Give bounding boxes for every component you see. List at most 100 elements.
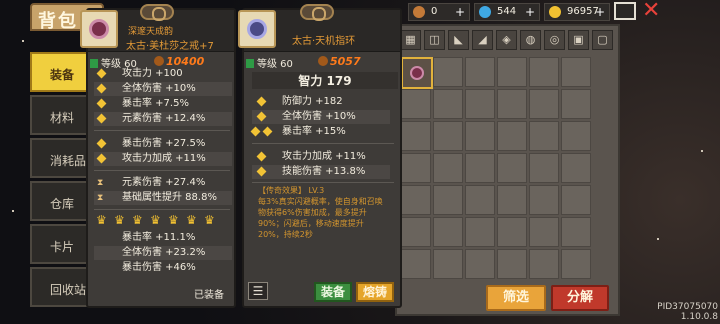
inventory-slot[interactable] xyxy=(401,249,431,279)
inventory-item-ring[interactable] xyxy=(401,57,433,89)
stat-row: 暴击率 +15% xyxy=(250,125,390,139)
inventory-slot[interactable] xyxy=(401,217,431,247)
tab-warehouse[interactable]: 仓库 xyxy=(30,181,90,221)
ring-gem-icon xyxy=(89,19,109,39)
crown-icon: ♛ xyxy=(168,213,179,227)
inventory-slot[interactable] xyxy=(497,153,527,183)
inventory-slot[interactable] xyxy=(529,57,559,87)
divider xyxy=(94,209,230,210)
inventory-slot[interactable] xyxy=(529,217,559,247)
stat-row: 攻击力加成 +11% xyxy=(252,150,390,164)
decompose-button[interactable]: 分解 xyxy=(551,285,609,311)
inventory-tab-necklace[interactable]: ◍ xyxy=(520,30,541,50)
tab-equipment[interactable]: 装备 xyxy=(30,52,90,92)
tab-cards[interactable]: 卡片 xyxy=(30,224,90,264)
inventory-slot[interactable] xyxy=(529,249,559,279)
inventory-slot[interactable] xyxy=(561,57,591,87)
stat-row: 攻击力 +100 xyxy=(94,67,232,81)
inventory-tab-boots[interactable]: ◈ xyxy=(496,30,517,50)
score-icon xyxy=(318,56,328,66)
inventory-slot[interactable] xyxy=(529,89,559,119)
inventory-slot[interactable] xyxy=(561,185,591,215)
currency-coin: 96957 + xyxy=(544,3,610,21)
inventory-slot[interactable] xyxy=(465,57,495,87)
bullet-icon xyxy=(262,126,273,137)
currency-bar: 0 + 544 + 96957 + xyxy=(402,0,720,24)
add-diamond-button[interactable]: + xyxy=(525,4,535,20)
inventory-slot[interactable] xyxy=(497,57,527,87)
inventory-tab-ring[interactable]: ◎ xyxy=(544,30,565,50)
bullet-icon xyxy=(256,151,267,162)
tab-materials[interactable]: 材料 xyxy=(30,95,90,135)
stat-row: 暴击伤害 +27.5% xyxy=(94,137,232,151)
stat-row: 暴击伤害 +46% xyxy=(122,262,196,273)
selected-item-level-label: 等级 60 xyxy=(257,59,293,70)
inventory-slot[interactable] xyxy=(465,121,495,151)
inventory-slot[interactable] xyxy=(433,217,463,247)
inventory-slot[interactable] xyxy=(433,57,463,87)
version-text: PID37075070 1.10.0.8 xyxy=(657,302,718,322)
inventory-slot[interactable] xyxy=(401,185,431,215)
inventory-slot[interactable] xyxy=(561,121,591,151)
inventory-slot[interactable] xyxy=(433,185,463,215)
equip-button[interactable]: 装备 xyxy=(314,282,352,302)
inventory-slot[interactable] xyxy=(433,89,463,119)
forge-button[interactable]: 熔铸 xyxy=(356,282,394,302)
inventory-tab-gloves[interactable]: ◢ xyxy=(472,30,493,50)
inventory-slot[interactable] xyxy=(497,249,527,279)
bullet-icon xyxy=(250,126,261,137)
inventory-slot[interactable] xyxy=(497,121,527,151)
inventory-slot[interactable] xyxy=(465,217,495,247)
hourglass-icon: ⧗ xyxy=(97,178,104,188)
inventory-slot[interactable] xyxy=(497,185,527,215)
tab-recycle-bin[interactable]: 回收站 xyxy=(30,267,90,307)
crown-icon: ♛ xyxy=(132,213,143,227)
inventory-slot[interactable] xyxy=(497,89,527,119)
inventory-slot[interactable] xyxy=(497,217,527,247)
tab-consumables[interactable]: 消耗品 xyxy=(30,138,90,178)
stat-row: ⧗ 基础属性提升 88.8% xyxy=(94,191,232,205)
inventory-slot[interactable] xyxy=(465,249,495,279)
inventory-slot[interactable] xyxy=(561,89,591,119)
inventory-slot[interactable] xyxy=(561,153,591,183)
add-wood-button[interactable]: + xyxy=(455,4,465,20)
add-coin-button[interactable]: + xyxy=(595,4,605,20)
bullet-icon xyxy=(96,138,107,149)
inventory-slot[interactable] xyxy=(465,185,495,215)
inventory-slot[interactable] xyxy=(529,185,559,215)
inventory-slot[interactable] xyxy=(529,153,559,183)
inventory-tab-misc[interactable]: ▢ xyxy=(592,30,613,50)
inventory-slot[interactable] xyxy=(433,249,463,279)
inventory-slot[interactable] xyxy=(529,121,559,151)
bullet-icon xyxy=(256,166,267,177)
inventory-slot[interactable] xyxy=(465,89,495,119)
inventory-tab-helmet[interactable]: ◫ xyxy=(424,30,445,50)
stat-row: 全体伤害 +10% xyxy=(94,82,232,96)
crown-icon: ♛ xyxy=(114,213,125,227)
inventory-slot[interactable] xyxy=(433,153,463,183)
inventory-tab-belt[interactable]: ▣ xyxy=(568,30,589,50)
close-icon[interactable]: ✕ xyxy=(642,0,664,22)
inventory-slot[interactable] xyxy=(401,121,431,151)
mail-icon[interactable] xyxy=(614,2,636,20)
inventory-tab-armor[interactable]: ◣ xyxy=(448,30,469,50)
inventory-slot[interactable] xyxy=(561,217,591,247)
currency-diamond-value: 544 xyxy=(497,6,517,17)
ring-icon xyxy=(410,66,424,80)
bullet-icon xyxy=(96,68,107,79)
inventory-slot[interactable] xyxy=(561,249,591,279)
list-icon[interactable]: ☰ xyxy=(248,282,268,300)
filter-button[interactable]: 筛选 xyxy=(486,285,546,311)
inventory-slot[interactable] xyxy=(401,89,431,119)
stat-row: 全体伤害 +10% xyxy=(252,110,390,124)
coin-icon xyxy=(549,6,561,18)
divider xyxy=(94,130,230,131)
crown-icon: ♛ xyxy=(96,213,107,227)
crown-icon: ♛ xyxy=(186,213,197,227)
crown-icon: ♛ xyxy=(150,213,161,227)
inventory-slot[interactable] xyxy=(465,153,495,183)
inventory-tab-all[interactable]: ▦ xyxy=(400,30,421,50)
inventory-slot[interactable] xyxy=(401,153,431,183)
divider xyxy=(94,170,230,171)
inventory-slot[interactable] xyxy=(433,121,463,151)
